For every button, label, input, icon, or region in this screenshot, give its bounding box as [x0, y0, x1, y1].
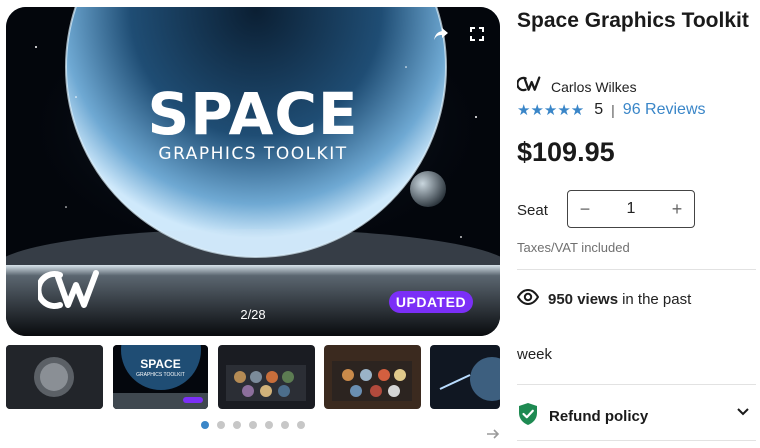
thumbnail-1[interactable] — [6, 345, 103, 409]
carousel-dot[interactable] — [201, 421, 209, 429]
eye-icon — [516, 288, 540, 309]
thumbnail-strip: SPACE GRAPHICS TOOLKIT — [6, 345, 500, 409]
product-title: Space Graphics Toolkit — [517, 9, 749, 32]
carousel-dots — [0, 421, 506, 431]
carousel-dot[interactable] — [297, 421, 305, 429]
rating: ★★★★★ 5 | 96 Reviews — [517, 101, 706, 119]
seller-name[interactable]: Carlos Wilkes — [551, 79, 637, 95]
views-week: week — [517, 346, 553, 363]
increase-button[interactable]: + — [660, 199, 694, 220]
quantity-input[interactable] — [604, 199, 658, 219]
thumbnail-2[interactable]: SPACE GRAPHICS TOOLKIT — [113, 345, 208, 409]
chevron-down-icon[interactable] — [736, 404, 750, 422]
reviews-link[interactable]: 96 Reviews — [623, 101, 706, 119]
thumbnail-3[interactable] — [218, 345, 315, 409]
carousel-dot[interactable] — [233, 421, 241, 429]
thumbnail-title: SPACE — [140, 357, 181, 371]
divider — [517, 269, 756, 270]
decrease-button[interactable]: − — [568, 199, 602, 220]
rating-separator: | — [611, 102, 615, 118]
carousel-dot[interactable] — [265, 421, 273, 429]
views-info: 950 views in the past — [516, 288, 692, 309]
tax-note: Taxes/VAT included — [517, 240, 630, 255]
carousel-dot[interactable] — [249, 421, 257, 429]
divider — [517, 440, 756, 441]
carousel-dot[interactable] — [281, 421, 289, 429]
hero-title: SPACE — [147, 80, 359, 148]
views-count: 950 views — [548, 290, 619, 308]
arrow-right-icon[interactable] — [486, 427, 500, 446]
thumbnail-subtitle: GRAPHICS TOOLKIT — [136, 372, 185, 378]
shield-check-icon — [517, 402, 539, 431]
divider — [517, 384, 756, 385]
hero-subtitle: GRAPHICS TOOLKIT — [158, 144, 348, 164]
hero-image[interactable]: SPACE GRAPHICS TOOLKIT UPDATED 2/28 — [6, 7, 500, 336]
cw-logo-icon — [516, 76, 541, 97]
seller-info[interactable]: Carlos Wilkes — [516, 76, 637, 97]
fullscreen-icon[interactable] — [466, 23, 488, 45]
price: $109.95 — [517, 137, 615, 167]
rating-score: 5 — [594, 101, 604, 118]
star-rating-icon: ★★★★★ — [517, 102, 585, 119]
carousel-dot[interactable] — [217, 421, 225, 429]
quantity-stepper: − + — [567, 190, 695, 228]
refund-policy-accordion[interactable]: Refund policy — [517, 402, 756, 431]
views-period: in the past — [622, 290, 692, 308]
image-counter: 2/28 — [240, 307, 266, 322]
thumbnail-5[interactable] — [430, 345, 500, 409]
refund-policy-label: Refund policy — [549, 408, 649, 425]
share-icon[interactable] — [430, 23, 452, 45]
thumbnail-4[interactable] — [324, 345, 421, 409]
seat-label: Seat — [517, 202, 548, 219]
